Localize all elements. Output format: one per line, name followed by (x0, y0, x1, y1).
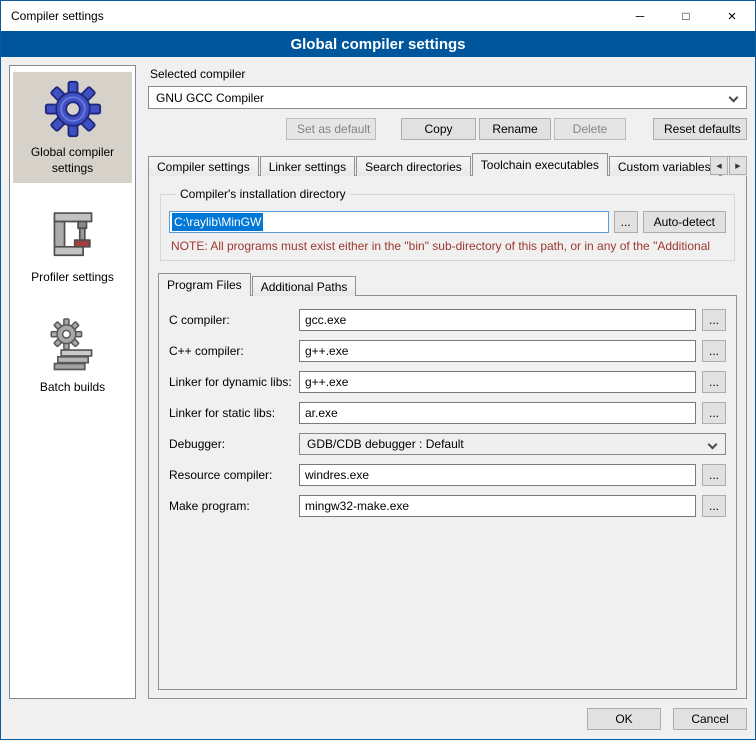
make-program-input[interactable] (299, 495, 696, 517)
arrow-right-icon: ▶ (735, 162, 740, 170)
toolchain-executables-panel: Compiler's installation directory C:\ray… (148, 175, 747, 699)
copy-button[interactable]: Copy (401, 118, 476, 140)
ok-button[interactable]: OK (587, 708, 661, 730)
install-dir-value: C:\raylib\MinGW (172, 213, 263, 231)
dialog-footer: OK Cancel (1, 699, 755, 739)
rename-button[interactable]: Rename (479, 118, 551, 140)
main-area: Selected compiler GNU GCC Compiler Set a… (148, 65, 747, 699)
linker-dynamic-browse-button[interactable]: ... (702, 371, 726, 393)
resource-compiler-browse-button[interactable]: ... (702, 464, 726, 486)
reset-defaults-button[interactable]: Reset defaults (653, 118, 747, 140)
resource-compiler-input[interactable] (299, 464, 696, 486)
tab-scroll-right-button[interactable]: ▶ (729, 156, 747, 175)
minimize-button[interactable]: ─ (617, 1, 663, 31)
tab-search-directories[interactable]: Search directories (356, 156, 471, 176)
selected-compiler-value: GNU GCC Compiler (156, 91, 264, 105)
install-dir-group: Compiler's installation directory C:\ray… (160, 187, 735, 261)
close-button[interactable]: × (709, 1, 755, 31)
c-compiler-label: C compiler: (169, 313, 293, 327)
make-program-browse-button[interactable]: ... (702, 495, 726, 517)
set-as-default-button[interactable]: Set as default (286, 118, 376, 140)
batch-builds-icon (46, 317, 100, 373)
c-compiler-input[interactable] (299, 309, 696, 331)
install-dir-group-title: Compiler's installation directory (176, 187, 350, 201)
program-files-panel: C compiler: ... C++ compiler: ... Linker… (158, 295, 737, 690)
linker-dynamic-label: Linker for dynamic libs: (169, 375, 293, 389)
linker-static-browse-button[interactable]: ... (702, 402, 726, 424)
program-tabs: Program Files Additional Paths (158, 273, 737, 296)
linker-dynamic-input[interactable] (299, 371, 696, 393)
sidebar: Global compiler settings Profiler settin… (9, 65, 136, 699)
titlebar: Compiler settings ─ □ × (1, 1, 755, 31)
debugger-value: GDB/CDB debugger : Default (307, 437, 464, 451)
window-title: Compiler settings (1, 9, 617, 23)
selected-compiler-dropdown[interactable]: GNU GCC Compiler (148, 86, 747, 109)
arrow-left-icon: ◀ (716, 162, 721, 170)
selected-compiler-label: Selected compiler (150, 67, 745, 81)
sidebar-item-global-compiler-settings[interactable]: Global compiler settings (13, 72, 132, 183)
tab-custom-variables[interactable]: Custom variables (609, 156, 720, 176)
sidebar-item-label: Batch builds (40, 380, 105, 396)
close-icon: × (728, 9, 737, 24)
dialog-content: Global compiler settings Profiler settin… (1, 57, 755, 699)
cpp-compiler-label: C++ compiler: (169, 344, 293, 358)
tab-additional-paths[interactable]: Additional Paths (252, 276, 357, 296)
resource-compiler-label: Resource compiler: (169, 468, 293, 482)
settings-tabs: Compiler settings Linker settings Search… (148, 153, 747, 176)
compiler-actions: Set as default Copy Rename Delete Reset … (148, 118, 747, 140)
cpp-compiler-input[interactable] (299, 340, 696, 362)
install-dir-input[interactable]: C:\raylib\MinGW (169, 211, 609, 233)
sidebar-item-label: Profiler settings (31, 270, 114, 286)
tab-toolchain-executables[interactable]: Toolchain executables (472, 153, 608, 176)
tab-scroll-buttons: ◀ ▶ (710, 156, 747, 175)
install-dir-row: C:\raylib\MinGW ... Auto-detect (169, 211, 726, 233)
c-compiler-browse-button[interactable]: ... (702, 309, 726, 331)
page-title: Global compiler settings (1, 31, 755, 57)
sidebar-item-batch-builds[interactable]: Batch builds (13, 309, 132, 403)
maximize-icon: □ (682, 10, 689, 22)
gear-icon (44, 80, 102, 138)
tab-scroll-left-button[interactable]: ◀ (710, 156, 728, 175)
sidebar-item-profiler-settings[interactable]: Profiler settings (13, 199, 132, 293)
delete-button[interactable]: Delete (554, 118, 626, 140)
tab-compiler-settings[interactable]: Compiler settings (148, 156, 259, 176)
linker-static-input[interactable] (299, 402, 696, 424)
cancel-button[interactable]: Cancel (673, 708, 747, 730)
tab-program-files[interactable]: Program Files (158, 273, 251, 296)
minimize-icon: ─ (636, 10, 645, 22)
profiler-icon (46, 207, 100, 263)
make-program-label: Make program: (169, 499, 293, 513)
install-dir-note: NOTE: All programs must exist either in … (171, 239, 724, 253)
install-dir-browse-button[interactable]: ... (614, 211, 638, 233)
compiler-settings-dialog: Compiler settings ─ □ × Global compiler … (0, 0, 756, 740)
linker-static-label: Linker for static libs: (169, 406, 293, 420)
sidebar-item-label: Global compiler settings (15, 145, 130, 176)
chevron-down-icon (729, 93, 739, 103)
cpp-compiler-browse-button[interactable]: ... (702, 340, 726, 362)
chevron-down-icon (708, 440, 718, 450)
debugger-dropdown[interactable]: GDB/CDB debugger : Default (299, 433, 726, 455)
toolchain-fields: C compiler: ... C++ compiler: ... Linker… (169, 309, 726, 517)
debugger-label: Debugger: (169, 437, 293, 451)
maximize-button[interactable]: □ (663, 1, 709, 31)
autodetect-button[interactable]: Auto-detect (643, 211, 726, 233)
tab-linker-settings[interactable]: Linker settings (260, 156, 355, 176)
